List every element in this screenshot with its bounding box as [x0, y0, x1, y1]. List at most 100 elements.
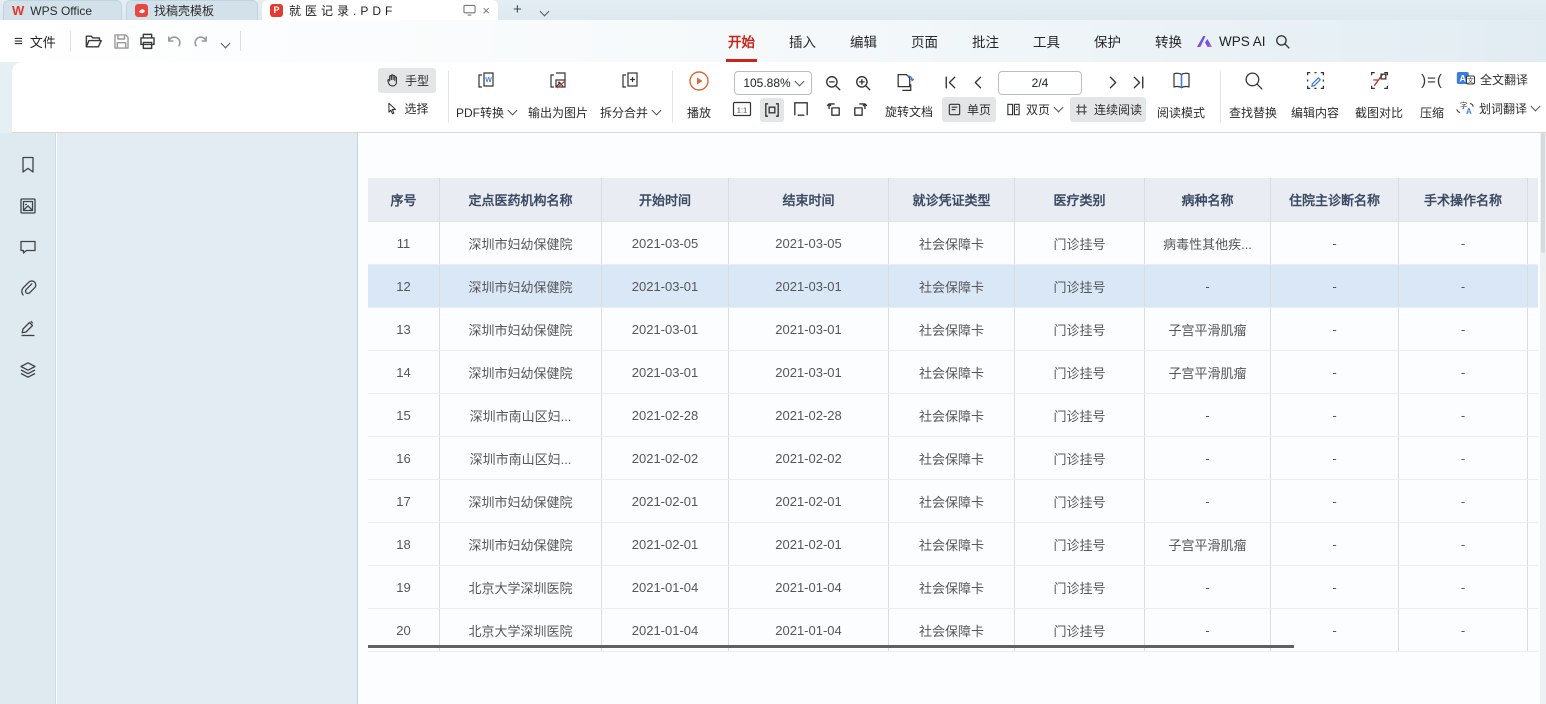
single-page-button[interactable]: 单页	[942, 97, 996, 122]
hand-tool-button[interactable]: 手型	[378, 68, 436, 93]
pdf-convert-button[interactable]: W PDF转换	[448, 66, 524, 126]
first-page-icon[interactable]	[942, 74, 959, 91]
export-image-button[interactable]: 输出为图片	[520, 66, 596, 126]
table-cell: 2021-03-01	[729, 308, 889, 350]
attachments-icon[interactable]	[18, 278, 38, 298]
hamburger-icon: ≡	[14, 33, 23, 50]
new-tab-button[interactable]: +	[513, 1, 522, 18]
undo-icon[interactable]	[165, 32, 184, 51]
zoom-in-icon[interactable]	[854, 74, 872, 92]
table-cell: 病毒性其他疾...	[1145, 222, 1271, 264]
previous-page-icon[interactable]	[970, 74, 987, 91]
table-cell: 2021-02-01	[729, 523, 889, 565]
rotate-right-icon[interactable]	[852, 100, 870, 118]
table-cell: 社会保障卡	[889, 566, 1015, 608]
page-indicator: 2/4	[1032, 76, 1049, 90]
zoom-level-dropdown[interactable]: 105.88%	[734, 71, 812, 95]
tab-document-pdf[interactable]: P 就医记录.PDF ×	[262, 0, 498, 20]
table-row[interactable]: 11深圳市妇幼保健院2021-03-052021-03-05社会保障卡门诊挂号病…	[368, 222, 1538, 265]
table-cell: 门诊挂号	[1015, 222, 1145, 264]
tab-wps-office[interactable]: W WPS Office	[3, 0, 122, 20]
table-cell: -	[1399, 523, 1528, 565]
thumbnails-icon[interactable]	[18, 196, 38, 216]
menu-search-icon[interactable]	[1274, 33, 1291, 50]
find-replace-icon	[1243, 70, 1264, 91]
tab-bar: W WPS Office 找稿壳模板 P 就医记录.PDF × +	[0, 0, 1546, 20]
menu-item-7[interactable]: 转换	[1153, 28, 1184, 54]
double-page-button[interactable]: 双页	[1002, 97, 1066, 122]
menu-item-5[interactable]: 工具	[1031, 28, 1062, 54]
export-image-icon	[547, 70, 569, 92]
table-cell: 2021-03-05	[729, 222, 889, 264]
split-merge-button[interactable]: 拆分合并	[592, 66, 668, 126]
bookmarks-icon[interactable]	[18, 155, 38, 175]
play-button[interactable]: 播放	[676, 66, 722, 126]
fit-width-button[interactable]	[760, 98, 784, 122]
close-tab-icon[interactable]: ×	[482, 4, 490, 17]
page-number-box[interactable]: 2/4	[998, 71, 1082, 95]
table-row[interactable]: 18深圳市妇幼保健院2021-02-012021-02-01社会保障卡门诊挂号子…	[368, 523, 1538, 566]
signature-icon[interactable]	[18, 319, 38, 339]
print-icon[interactable]	[138, 32, 157, 51]
table-row[interactable]: 14深圳市妇幼保健院2021-03-012021-03-01社会保障卡门诊挂号子…	[368, 351, 1538, 394]
zoom-out-icon[interactable]	[824, 74, 842, 92]
word-translate-button[interactable]: 字 A 划词翻译	[1456, 98, 1539, 118]
menu-item-3[interactable]: 页面	[909, 28, 940, 54]
table-cell: -	[1271, 566, 1399, 608]
open-file-icon[interactable]	[84, 32, 103, 51]
last-page-icon[interactable]	[1130, 74, 1147, 91]
table-filler-cell	[1528, 609, 1538, 651]
find-replace-button[interactable]: 查找替换	[1224, 66, 1282, 126]
edit-content-icon	[1305, 70, 1326, 91]
save-icon[interactable]	[112, 32, 131, 51]
table-row[interactable]: 19北京大学深圳医院2021-01-042021-01-04社会保障卡门诊挂号-…	[368, 566, 1538, 609]
full-translate-label: 全文翻译	[1480, 71, 1528, 88]
edit-content-button[interactable]: 编辑内容	[1286, 66, 1344, 126]
table-row[interactable]: 16深圳市南山区妇...2021-02-022021-02-02社会保障卡门诊挂…	[368, 437, 1538, 480]
menu-item-4[interactable]: 批注	[970, 28, 1001, 54]
compress-button[interactable]: )=( 压缩	[1410, 66, 1454, 126]
screenshot-compare-button[interactable]: 截图对比	[1350, 66, 1408, 126]
file-menu-button[interactable]: ≡ 文件	[14, 20, 56, 62]
table-row[interactable]: 13深圳市妇幼保健院2021-03-012021-03-01社会保障卡门诊挂号子…	[368, 308, 1538, 351]
table-cell: 子宫平滑肌瘤	[1145, 351, 1271, 393]
continuous-read-button[interactable]: 连续阅读	[1070, 97, 1146, 122]
tab-docer-template[interactable]: 找稿壳模板	[126, 0, 258, 20]
monitor-icon[interactable]	[463, 4, 476, 16]
table-cell: 2021-03-05	[602, 222, 729, 264]
select-tool-button[interactable]: 选择	[378, 96, 436, 121]
rotate-left-icon[interactable]	[824, 100, 842, 118]
fit-page-icon[interactable]	[792, 100, 810, 118]
menu-item-0[interactable]: 开始	[726, 28, 757, 54]
vertical-scrollbar-thumb[interactable]	[1541, 133, 1545, 253]
table-cell: -	[1145, 437, 1271, 479]
comments-icon[interactable]	[18, 237, 38, 257]
svg-text:W: W	[485, 77, 492, 84]
quick-access-chevron-icon[interactable]	[217, 37, 229, 55]
menu-item-6[interactable]: 保护	[1092, 28, 1123, 54]
redo-icon[interactable]	[191, 32, 210, 51]
table-cell: 门诊挂号	[1015, 523, 1145, 565]
rotate-pages-icon[interactable]	[894, 71, 917, 94]
layers-icon[interactable]	[18, 360, 38, 380]
table-row[interactable]: 15深圳市南山区妇...2021-02-282021-02-28社会保障卡门诊挂…	[368, 394, 1538, 437]
table-filler-cell	[1528, 437, 1538, 479]
tab-label: WPS Office	[30, 4, 92, 18]
table-cell: 18	[368, 523, 440, 565]
table-cell: -	[1145, 265, 1271, 307]
menu-item-2[interactable]: 编辑	[848, 28, 879, 54]
read-mode-button[interactable]: 阅读模式	[1148, 66, 1214, 126]
table-cell: 深圳市妇幼保健院	[440, 480, 602, 522]
rotate-doc-label[interactable]: 旋转文档	[878, 103, 940, 120]
table-cell: -	[1271, 523, 1399, 565]
divider	[240, 31, 241, 51]
actual-size-icon[interactable]: 1:1	[732, 100, 752, 118]
table-row[interactable]: 17深圳市妇幼保健院2021-02-012021-02-01社会保障卡门诊挂号-…	[368, 480, 1538, 523]
table-row[interactable]: 12深圳市妇幼保健院2021-03-012021-03-01社会保障卡门诊挂号-…	[368, 265, 1538, 308]
wps-ai-button[interactable]: WPS AI	[1196, 20, 1266, 62]
records-table: 序号定点医药机构名称开始时间结束时间就诊凭证类型医疗类别病种名称住院主诊断名称手…	[368, 178, 1538, 652]
menu-item-1[interactable]: 插入	[787, 28, 818, 54]
table-cell: 2021-02-01	[602, 480, 729, 522]
full-translate-button[interactable]: A 文 全文翻译	[1456, 69, 1528, 89]
next-page-icon[interactable]	[1104, 74, 1121, 91]
